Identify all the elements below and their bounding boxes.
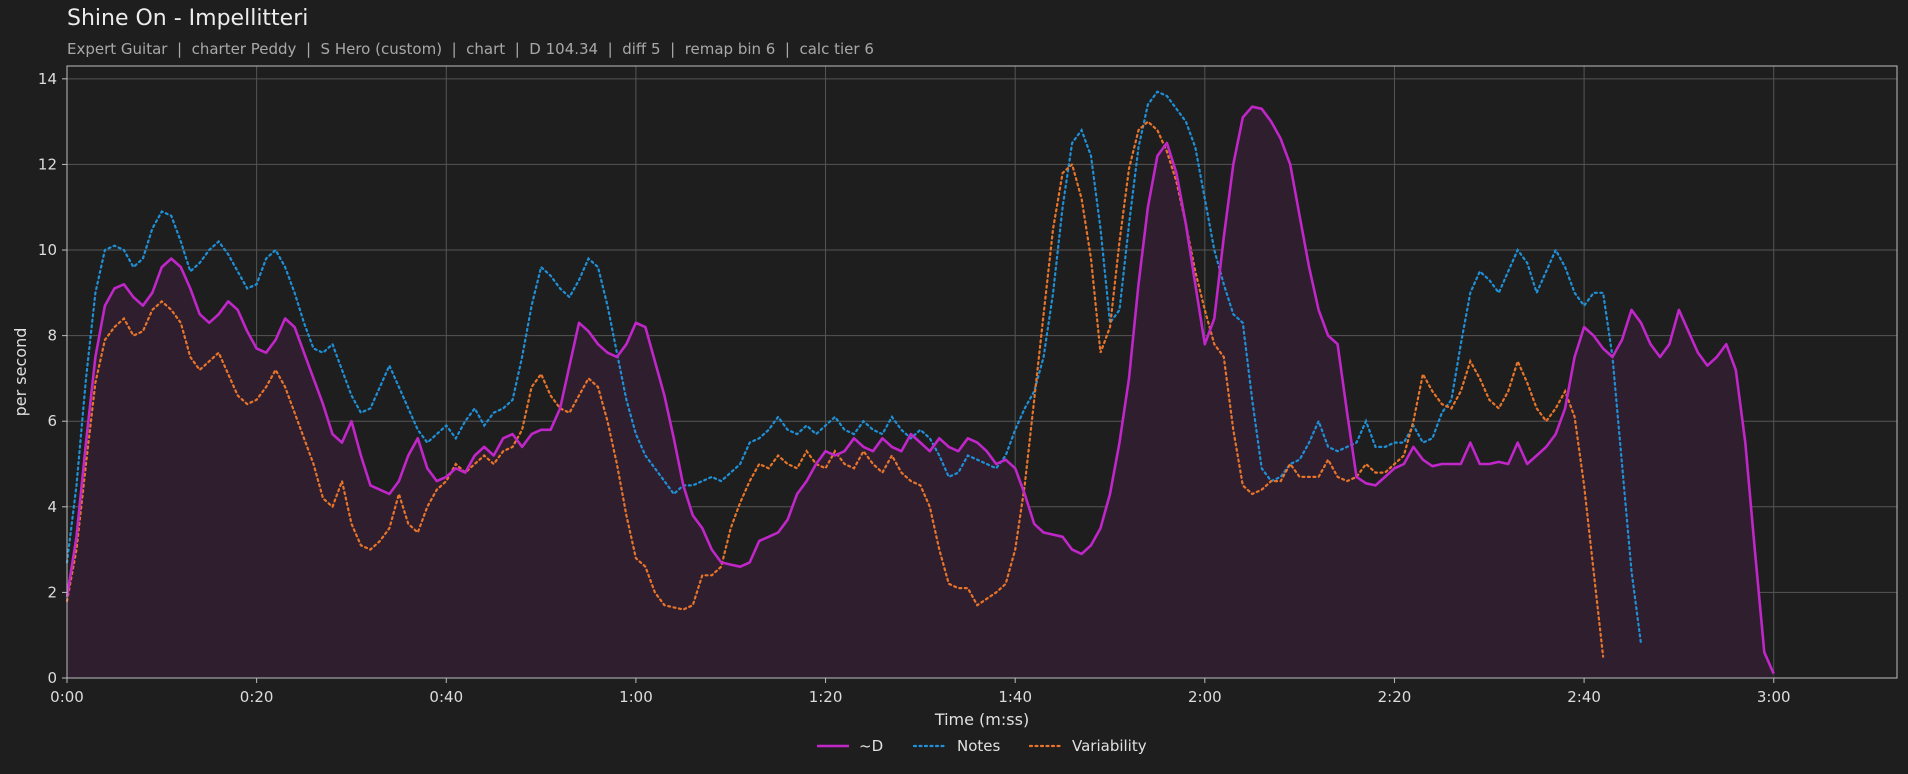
legend-variability-label: Variability xyxy=(1072,737,1147,755)
line-chart: 0:00 0:20 0:40 1:00 1:20 1:40 2:00 2:20 2:40 3:00… xyxy=(11,65,1898,755)
legend: ~D Notes Variability xyxy=(817,737,1147,755)
x-axis-label: Time (m:ss) xyxy=(934,710,1029,729)
x-axis-ticks: 0:00 0:20 0:40 1:00 1:20 1:40 2:00 2:20 2:40 3:00 xyxy=(50,678,1791,706)
y-tick-label: 14 xyxy=(38,70,57,88)
x-tick-label: 1:40 xyxy=(998,688,1032,706)
x-tick-label: 2:20 xyxy=(1378,688,1412,706)
y-tick-label: 4 xyxy=(47,498,57,516)
y-tick-label: 2 xyxy=(47,583,57,601)
y-tick-label: 12 xyxy=(38,155,57,173)
x-tick-label: 2:00 xyxy=(1188,688,1222,706)
x-tick-label: 1:00 xyxy=(619,688,653,706)
y-tick-label: 6 xyxy=(47,412,57,430)
x-tick-label: 0:00 xyxy=(50,688,84,706)
y-axis-label: per second xyxy=(11,328,30,417)
y-axis-ticks: 0 2 4 6 8 10 12 14 xyxy=(38,70,67,687)
legend-notes-label: Notes xyxy=(957,737,1001,755)
x-tick-label: 0:40 xyxy=(429,688,463,706)
y-tick-label: 0 xyxy=(47,669,57,687)
y-tick-label: 8 xyxy=(47,327,57,345)
x-tick-label: 3:00 xyxy=(1757,688,1791,706)
y-tick-label: 10 xyxy=(38,241,57,259)
d-area-fill xyxy=(67,106,1774,678)
legend-d-label: ~D xyxy=(859,737,883,755)
x-tick-label: 0:20 xyxy=(240,688,274,706)
x-tick-label: 1:20 xyxy=(809,688,843,706)
x-tick-label: 2:40 xyxy=(1567,688,1601,706)
